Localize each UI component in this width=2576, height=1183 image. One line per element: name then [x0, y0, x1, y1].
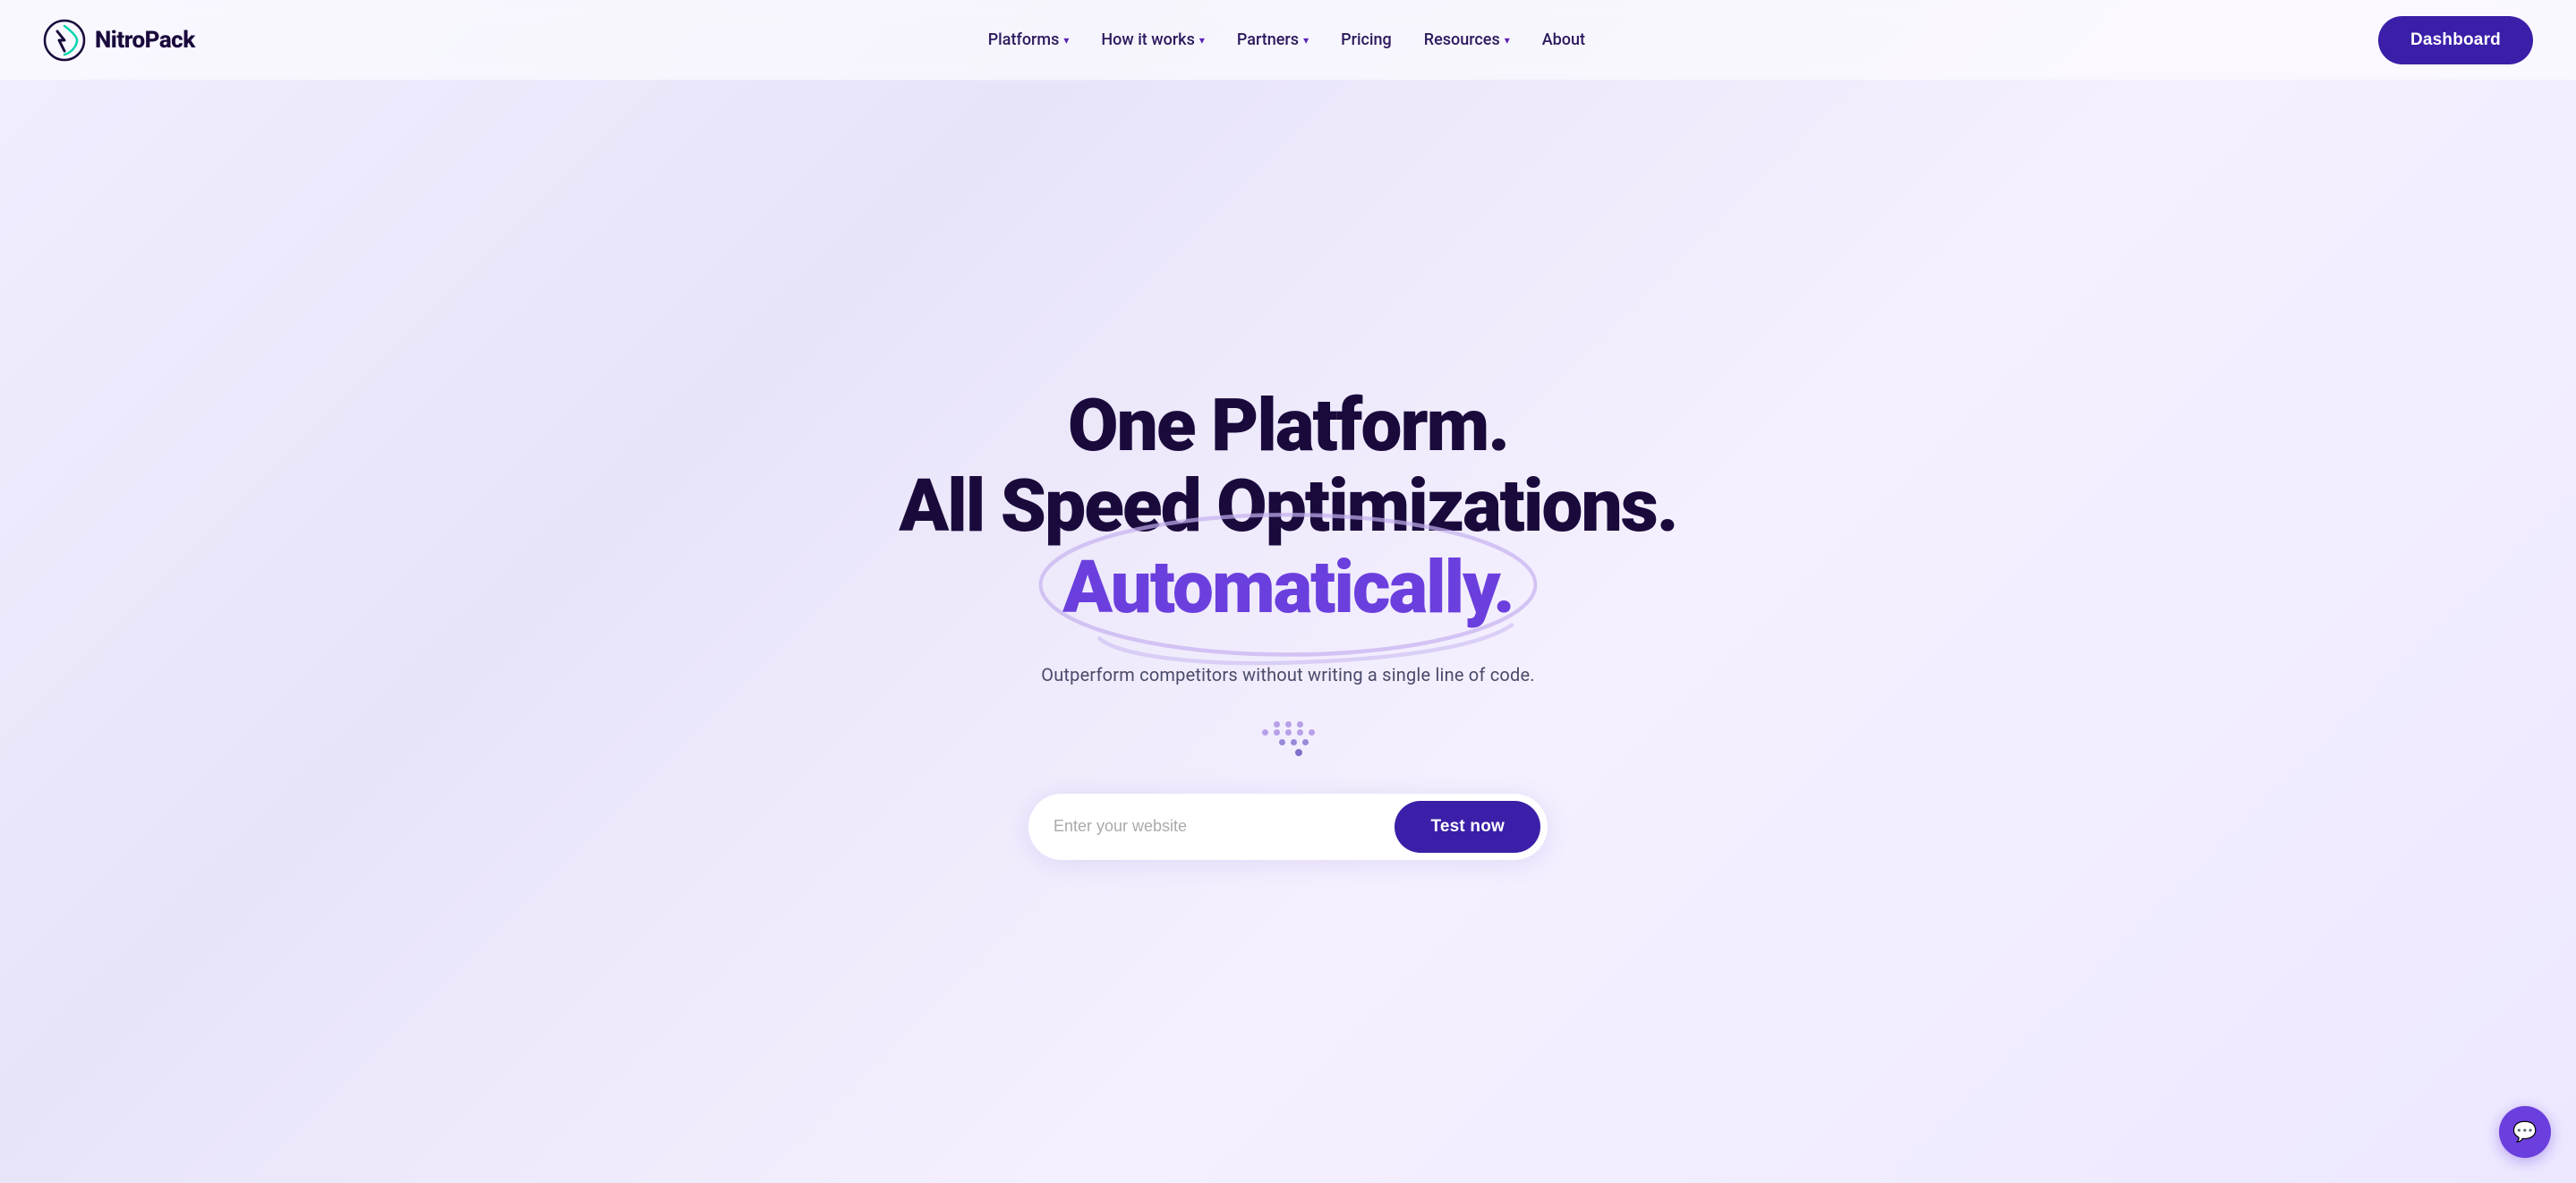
dotted-arrow-decoration — [1262, 721, 1315, 758]
dot — [1285, 721, 1292, 728]
dot — [1291, 739, 1297, 745]
website-input[interactable] — [1053, 817, 1386, 836]
nav-links: Platforms ▾ How it works ▾ Partners ▾ Pr… — [988, 30, 1585, 49]
navbar: NitroPack Platforms ▾ How it works ▾ Par… — [0, 0, 2576, 81]
hero-subtitle: Outperform competitors without writing a… — [1041, 664, 1535, 685]
hero-section: One Platform. All Speed Optimizations. A… — [0, 81, 2576, 1183]
nav-item-platforms[interactable]: Platforms ▾ — [988, 30, 1070, 49]
hero-line3-auto: Automatically. — [1062, 548, 1514, 628]
nav-item-partners[interactable]: Partners ▾ — [1237, 30, 1309, 49]
nav-item-how-it-works[interactable]: How it works ▾ — [1101, 30, 1205, 49]
chevron-down-icon: ▾ — [1199, 34, 1205, 47]
chat-icon: 💬 — [2512, 1121, 2537, 1144]
nav-item-about[interactable]: About — [1542, 30, 1585, 49]
dot — [1262, 729, 1268, 736]
logo[interactable]: NitroPack — [43, 19, 195, 62]
dot — [1309, 729, 1315, 736]
test-now-button[interactable]: Test now — [1395, 801, 1540, 853]
dashboard-button[interactable]: Dashboard — [2378, 16, 2533, 64]
logo-text: NitroPack — [95, 27, 195, 54]
dot — [1297, 721, 1303, 728]
dot — [1274, 729, 1280, 736]
chat-bubble-button[interactable]: 💬 — [2499, 1106, 2551, 1158]
chevron-down-icon: ▾ — [1063, 34, 1069, 47]
nav-item-resources[interactable]: Resources ▾ — [1424, 30, 1510, 49]
dot — [1279, 739, 1285, 745]
nitropack-logo-icon — [43, 19, 86, 62]
dot — [1274, 721, 1280, 728]
dot — [1297, 729, 1303, 736]
dot — [1302, 739, 1309, 745]
hero-line1: One Platform. — [1068, 383, 1508, 469]
dot — [1295, 749, 1302, 756]
chevron-down-icon: ▾ — [1505, 34, 1510, 47]
dot — [1285, 729, 1292, 736]
hero-title: One Platform. All Speed Optimizations. A… — [899, 386, 1676, 628]
hero-line2: All Speed Optimizations. — [899, 464, 1676, 549]
chevron-down-icon: ▾ — [1303, 34, 1309, 47]
nav-item-pricing[interactable]: Pricing — [1341, 30, 1392, 49]
cta-form: Test now — [1028, 794, 1548, 860]
